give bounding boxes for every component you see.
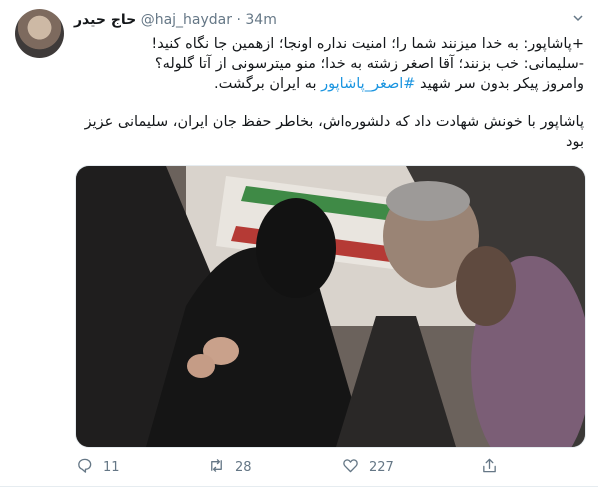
display-name[interactable]: حاج حیدر [74,12,136,28]
tweet-line-2: -سلیمانی: خب بزنند؛ آقا اصغر زشته به خدا… [154,56,584,72]
chevron-down-icon[interactable] [572,12,584,27]
reply-button[interactable]: 11 [76,457,120,478]
separator: · [236,12,241,28]
reply-count: 11 [103,460,120,475]
share-button[interactable] [481,457,498,478]
tweet-line-3: وامروز پیکر بدون سر شهید #اصغر_پاشاپور ب… [74,74,584,94]
like-count: 227 [369,460,394,475]
tweet[interactable]: حاج حیدر @haj_haydar · 34m +پاشاپور: به … [0,0,598,487]
avatar[interactable] [15,9,64,58]
retweet-icon [208,457,225,478]
reply-icon [76,457,93,478]
tweet-text: +پاشاپور: به خدا میزنند شما را؛ امنیت ند… [74,34,584,94]
tweet-photo[interactable] [75,165,586,448]
tweet-text-paragraph-2: پاشاپور با خونش شهادت داد که دلشوره‌اش، … [84,114,584,150]
retweet-count: 28 [235,460,252,475]
timestamp[interactable]: 34m [245,12,276,28]
tweet-line-3-end: به ایران برگشت. [214,76,322,92]
hashtag-link[interactable]: #اصغر_پاشاپور [321,76,415,92]
share-icon [481,457,498,478]
handle[interactable]: @haj_haydar [141,12,232,28]
tweet-line-3-start: وامروز پیکر بدون سر شهید [415,76,584,92]
like-button[interactable]: 227 [342,457,394,478]
tweet-line-1: +پاشاپور: به خدا میزنند شما را؛ امنیت ند… [151,36,584,52]
heart-icon [342,457,359,478]
tweet-header: حاج حیدر @haj_haydar · 34m [74,12,277,28]
retweet-button[interactable]: 28 [208,457,252,478]
